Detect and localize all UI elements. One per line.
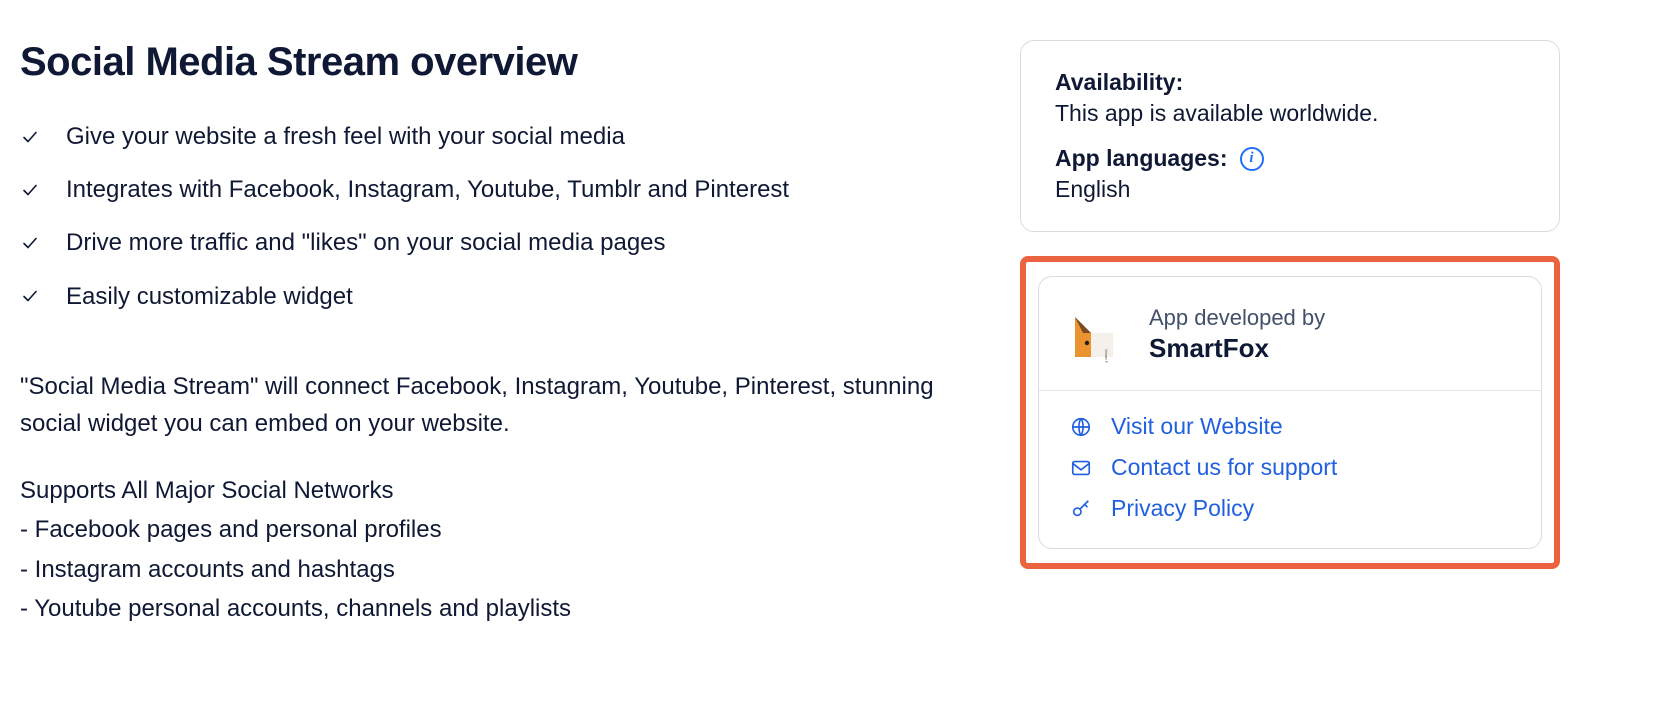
check-icon bbox=[20, 286, 40, 306]
link-label: Privacy Policy bbox=[1111, 495, 1254, 522]
check-icon bbox=[20, 233, 40, 253]
info-icon[interactable]: i bbox=[1240, 147, 1264, 171]
list-item: Easily customizable widget bbox=[20, 281, 980, 312]
link-label: Visit our Website bbox=[1111, 413, 1283, 440]
visit-website-link[interactable]: Visit our Website bbox=[1069, 413, 1511, 440]
privacy-policy-link[interactable]: Privacy Policy bbox=[1069, 495, 1511, 522]
description-paragraph: "Social Media Stream" will connect Faceb… bbox=[20, 368, 980, 442]
svg-text:Smart Fox: Smart Fox bbox=[1104, 349, 1109, 363]
feature-text: Integrates with Facebook, Instagram, You… bbox=[66, 174, 789, 205]
link-label: Contact us for support bbox=[1111, 454, 1337, 481]
list-item: Integrates with Facebook, Instagram, You… bbox=[20, 174, 980, 205]
support-line: - Instagram accounts and hashtags bbox=[20, 551, 980, 588]
developer-highlight: Smart Fox App developed by SmartFox Vis bbox=[1020, 256, 1560, 569]
check-icon bbox=[20, 127, 40, 147]
contact-support-link[interactable]: Contact us for support bbox=[1069, 454, 1511, 481]
feature-list: Give your website a fresh feel with your… bbox=[20, 121, 980, 312]
feature-text: Give your website a fresh feel with your… bbox=[66, 121, 625, 152]
key-icon bbox=[1069, 497, 1093, 521]
list-item: Drive more traffic and "likes" on your s… bbox=[20, 227, 980, 258]
description: "Social Media Stream" will connect Faceb… bbox=[20, 368, 980, 627]
list-item: Give your website a fresh feel with your… bbox=[20, 121, 980, 152]
description-subhead: Supports All Major Social Networks bbox=[20, 472, 980, 509]
availability-label: Availability: bbox=[1055, 69, 1525, 96]
overview-section: Social Media Stream overview Give your w… bbox=[20, 40, 980, 629]
languages-value: English bbox=[1055, 176, 1525, 203]
availability-card: Availability: This app is available worl… bbox=[1020, 40, 1560, 232]
developer-sub: App developed by bbox=[1149, 305, 1325, 331]
developer-name: SmartFox bbox=[1149, 333, 1325, 364]
sidebar: Availability: This app is available worl… bbox=[1020, 40, 1560, 629]
feature-text: Drive more traffic and "likes" on your s… bbox=[66, 227, 666, 258]
globe-icon bbox=[1069, 415, 1093, 439]
mail-icon bbox=[1069, 456, 1093, 480]
smartfox-logo-icon: Smart Fox bbox=[1069, 307, 1125, 363]
developer-card: Smart Fox App developed by SmartFox Vis bbox=[1038, 276, 1542, 549]
page-title: Social Media Stream overview bbox=[20, 40, 980, 85]
support-line: - Youtube personal accounts, channels an… bbox=[20, 590, 980, 627]
check-icon bbox=[20, 180, 40, 200]
feature-text: Easily customizable widget bbox=[66, 281, 353, 312]
support-line: - Facebook pages and personal profiles bbox=[20, 511, 980, 548]
availability-value: This app is available worldwide. bbox=[1055, 100, 1525, 127]
languages-label: App languages: bbox=[1055, 145, 1228, 172]
